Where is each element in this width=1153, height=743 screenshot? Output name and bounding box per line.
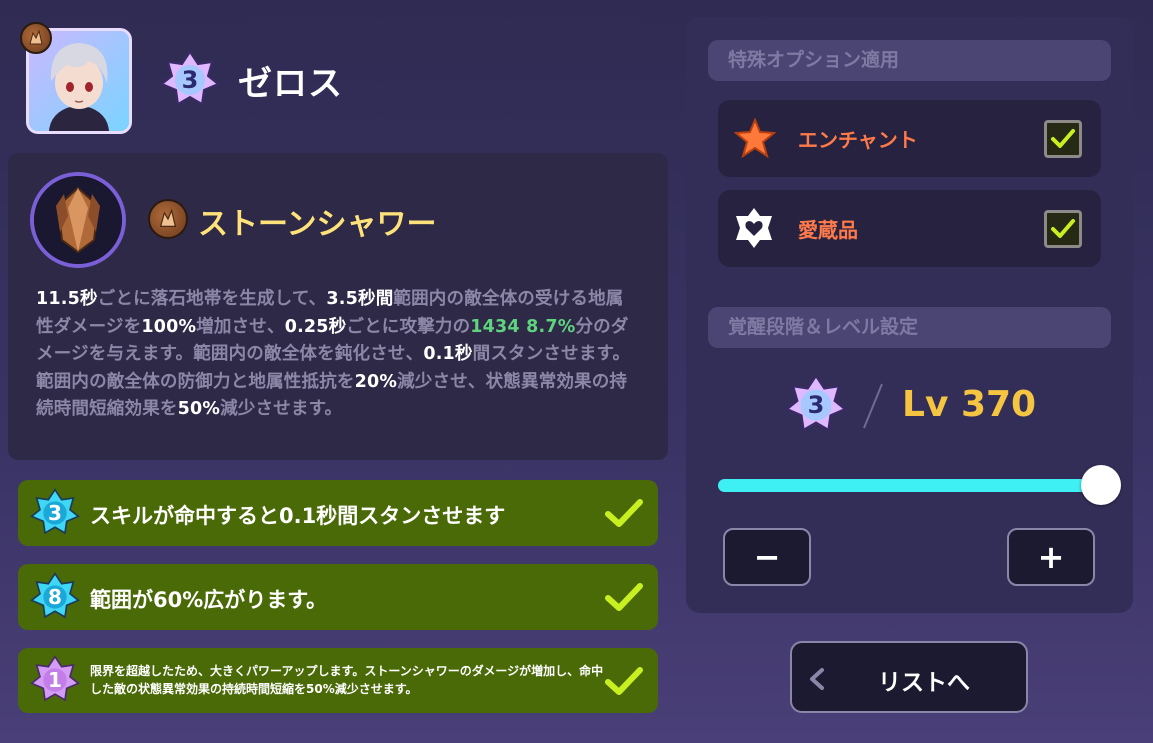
option-row-treasure[interactable]: 愛蔵品	[718, 190, 1101, 267]
level-minus-button[interactable]: −	[723, 528, 811, 586]
treasure-heart-icon	[736, 208, 772, 248]
earth-element-icon	[20, 22, 52, 54]
passive-text: スキルが命中すると0.1秒間スタンさせます	[90, 504, 506, 528]
treasure-label: 愛蔵品	[798, 218, 858, 242]
enchant-label: エンチャント	[798, 128, 918, 152]
passive-row-rank-3: 3 スキルが命中すると0.1秒間スタンさせます	[18, 480, 658, 546]
skill-description-segment: 100%	[141, 316, 197, 337]
passive-row-rank-8: 8 範囲が60%広がります。	[18, 564, 658, 630]
divider-slash	[863, 383, 883, 429]
awakening-rank-value: 3	[807, 391, 825, 419]
passive-rank-star-3: 3	[30, 488, 80, 538]
passive-text: 限界を超越したため、大きくパワーアップします。ストーンシャワーのダメージが増加し…	[90, 664, 604, 696]
check-icon	[605, 666, 643, 695]
skill-name: ストーンシャワー	[198, 207, 437, 242]
skill-description-segment: 0.1秒	[423, 344, 473, 364]
skill-description-segment: 20%	[354, 371, 398, 392]
skill-description-segment: ごとに攻撃力の	[346, 316, 471, 337]
special-options-heading: 特殊オプション適用	[708, 40, 1111, 81]
awakening-heading: 覚醒段階＆レベル設定	[708, 307, 1111, 348]
check-icon	[1051, 129, 1075, 148]
character-rank-value: 3	[181, 66, 199, 94]
level-slider-thumb[interactable]	[1081, 465, 1121, 505]
skill-description-segment: 11.5秒	[36, 289, 98, 309]
back-to-list-button[interactable]: リストへ	[790, 641, 1028, 713]
check-icon	[605, 499, 643, 527]
character-name: ゼロス	[238, 64, 343, 104]
level-value: Lv 370	[902, 384, 1037, 425]
check-icon	[605, 583, 643, 611]
stone-crystal-icon	[30, 172, 126, 268]
skill-description-segment: ごとに落石地帯を生成して、	[97, 289, 327, 309]
back-to-list-label: リストへ	[878, 670, 970, 696]
skill-description-segment: 増加させ、	[196, 316, 285, 337]
passive-row-rank-1: 1 限界を超越したため、大きくパワーアップします。ストーンシャワーのダメージが増…	[18, 648, 658, 713]
minus-icon: −	[753, 538, 781, 576]
option-row-enchant[interactable]: エンチャント	[718, 100, 1101, 177]
skill-description-segment: 0.25秒	[284, 316, 347, 337]
skill-description-segment: 1434 8.7%	[470, 316, 576, 337]
skill-description-segment: 減少させます。	[220, 399, 343, 419]
level-plus-button[interactable]: +	[1007, 528, 1095, 586]
enchant-checkbox[interactable]	[1044, 120, 1082, 158]
check-icon	[1051, 219, 1075, 238]
passive-rank-star-1: 1	[30, 655, 80, 705]
plus-icon: +	[1037, 538, 1065, 576]
level-slider-track[interactable]	[718, 479, 1102, 492]
passive-rank-star-8: 8	[30, 572, 80, 622]
character-rank-star: 3	[160, 50, 220, 110]
skill-description-segment: 3.5秒間	[326, 289, 394, 309]
treasure-checkbox[interactable]	[1044, 210, 1082, 248]
chevron-left-icon	[810, 668, 824, 690]
passive-text: 範囲が60%広がります。	[90, 588, 328, 612]
awakening-rank-star[interactable]: 3	[785, 374, 847, 436]
skill-description-segment: 50%	[177, 399, 221, 419]
skill-description: 11.5秒ごとに落石地帯を生成して、3.5秒間範囲内の敵全体の受ける地属性ダメー…	[36, 286, 638, 424]
skill-earth-element-icon	[148, 199, 188, 239]
enchant-star-icon	[734, 118, 776, 158]
